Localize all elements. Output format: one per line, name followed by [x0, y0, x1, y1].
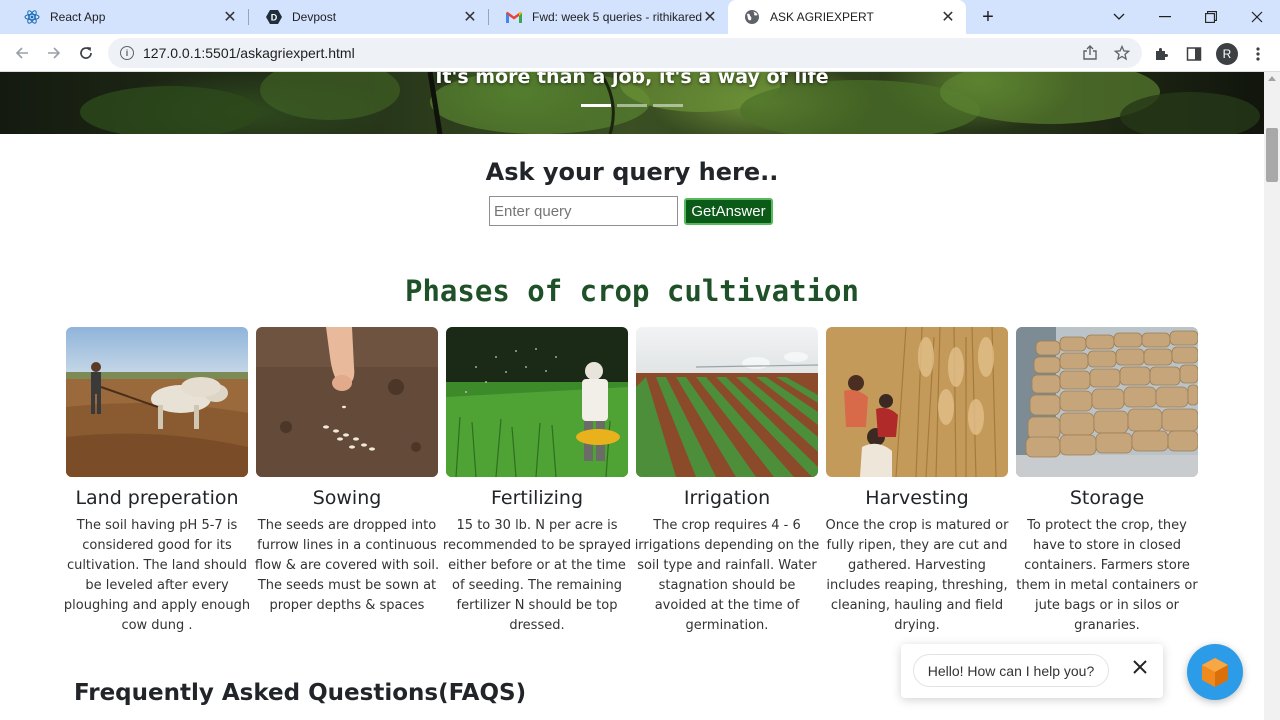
sowing-image — [256, 327, 438, 477]
devpost-icon: D — [266, 9, 282, 25]
phase-description: The seeds are dropped into furrow lines … — [254, 518, 440, 613]
irrigation-image — [636, 327, 818, 477]
chat-popup: Hello! How can I help you? — [901, 644, 1163, 698]
tab-close-icon[interactable]: ✕ — [222, 9, 238, 26]
new-tab-button[interactable]: + — [976, 5, 1000, 29]
carousel-indicator-3[interactable] — [653, 104, 683, 107]
chat-greeting[interactable]: Hello! How can I help you? — [913, 654, 1109, 687]
phase-card-land-preparation: Land preperation The soil having pH 5-7 … — [64, 327, 250, 636]
phase-card-sowing: Sowing The seeds are dropped into furrow… — [255, 327, 439, 616]
tab-title: ASK AGRIEXPERT — [770, 10, 874, 24]
browser-tab-strip: React App ✕ D Devpost ✕ Fwd: week 5 quer… — [0, 0, 1280, 34]
phase-card-storage: Storage To protect the crop, they have t… — [1016, 327, 1198, 636]
forward-icon[interactable] — [40, 39, 68, 67]
phase-title: Storage — [1069, 487, 1145, 509]
extensions-icon[interactable] — [1151, 43, 1173, 65]
harvesting-image — [826, 327, 1008, 477]
bookmark-star-icon[interactable] — [1112, 43, 1132, 63]
minimize-icon[interactable] — [1142, 0, 1188, 34]
page-scrollbar[interactable] — [1264, 72, 1280, 720]
tab-separator — [248, 9, 249, 25]
phase-title: Land preperation — [75, 487, 239, 509]
phase-title: Irrigation — [683, 487, 771, 509]
tab-title: Devpost — [292, 10, 337, 24]
profile-avatar[interactable]: R — [1216, 43, 1238, 65]
carousel-indicator-2[interactable] — [617, 104, 647, 107]
phase-title: Sowing — [312, 487, 382, 509]
tab-react-app[interactable]: React App ✕ — [8, 0, 248, 34]
land-preparation-image — [66, 327, 248, 477]
fertilizing-image — [446, 327, 628, 477]
restore-icon[interactable] — [1188, 0, 1234, 34]
chatbot-cube-icon — [1202, 658, 1228, 687]
site-info-icon[interactable]: i — [120, 46, 134, 60]
chat-launcher-button[interactable] — [1187, 644, 1243, 700]
query-heading: Ask your query here.. — [485, 158, 779, 186]
tab-gmail[interactable]: Fwd: week 5 queries - rithikaredd ✕ — [490, 0, 728, 34]
tab-separator — [488, 9, 489, 25]
url-text: 127.0.0.1:5501/askagriexpert.html — [143, 45, 355, 61]
scroll-up-arrow-icon[interactable] — [1268, 76, 1276, 81]
menu-kebab-icon[interactable] — [1247, 43, 1269, 65]
phase-card-fertilizing: Fertilizing 15 to 30 lb. N per acre is r… — [443, 327, 631, 636]
gmail-icon — [506, 9, 522, 25]
hero-carousel[interactable]: It's more than a job, it's a way of life — [0, 72, 1264, 134]
tab-close-icon[interactable]: ✕ — [702, 9, 718, 26]
phase-description: To protect the crop, they have to store … — [1016, 518, 1198, 633]
svg-text:D: D — [271, 13, 278, 23]
tab-close-icon[interactable]: ✕ — [940, 9, 956, 26]
page-viewport: It's more than a job, it's a way of life… — [0, 72, 1264, 720]
phase-title: Harvesting — [865, 487, 969, 509]
browser-toolbar: i 127.0.0.1:5501/askagriexpert.html R — [0, 34, 1280, 72]
get-answer-button[interactable]: GetAnswer — [684, 198, 773, 225]
share-icon[interactable] — [1080, 43, 1100, 63]
globe-icon — [744, 9, 760, 25]
faq-heading: Frequently Asked Questions(FAQS) — [74, 680, 527, 706]
address-bar[interactable]: i 127.0.0.1:5501/askagriexpert.html — [108, 38, 1142, 68]
hero-caption: It's more than a job, it's a way of life — [435, 72, 829, 88]
tab-ask-agriexpert[interactable]: ASK AGRIEXPERT ✕ — [728, 0, 966, 34]
query-input[interactable] — [489, 196, 678, 226]
tab-devpost[interactable]: D Devpost ✕ — [250, 0, 488, 34]
close-window-icon[interactable] — [1234, 0, 1280, 34]
tab-close-icon[interactable]: ✕ — [462, 9, 478, 26]
tab-title: React App — [50, 10, 106, 24]
scrollbar-thumb[interactable] — [1266, 128, 1278, 182]
carousel-indicators — [581, 104, 683, 107]
phase-description: The crop requires 4 - 6 irrigations depe… — [634, 518, 820, 633]
tab-search-icon[interactable] — [1096, 0, 1142, 34]
phase-description: The soil having pH 5-7 is considered goo… — [63, 518, 251, 633]
back-icon[interactable] — [8, 39, 36, 67]
storage-image — [1016, 327, 1198, 477]
tab-title: Fwd: week 5 queries - rithikaredd — [532, 10, 702, 24]
phases-heading: Phases of crop cultivation — [405, 274, 859, 308]
chat-close-icon[interactable] — [1129, 656, 1151, 678]
phase-description: 15 to 30 lb. N per acre is recommended t… — [442, 518, 632, 633]
react-icon — [24, 9, 40, 25]
phase-description: Once the crop is matured or fully ripen,… — [825, 518, 1009, 633]
side-panel-icon[interactable] — [1183, 43, 1205, 65]
reload-icon[interactable] — [72, 39, 100, 67]
phase-card-irrigation: Irrigation The crop requires 4 - 6 irrig… — [635, 327, 819, 636]
carousel-indicator-1[interactable] — [581, 104, 611, 107]
phase-card-harvesting: Harvesting Once the crop is matured or f… — [826, 327, 1008, 636]
phase-title: Fertilizing — [490, 487, 584, 509]
